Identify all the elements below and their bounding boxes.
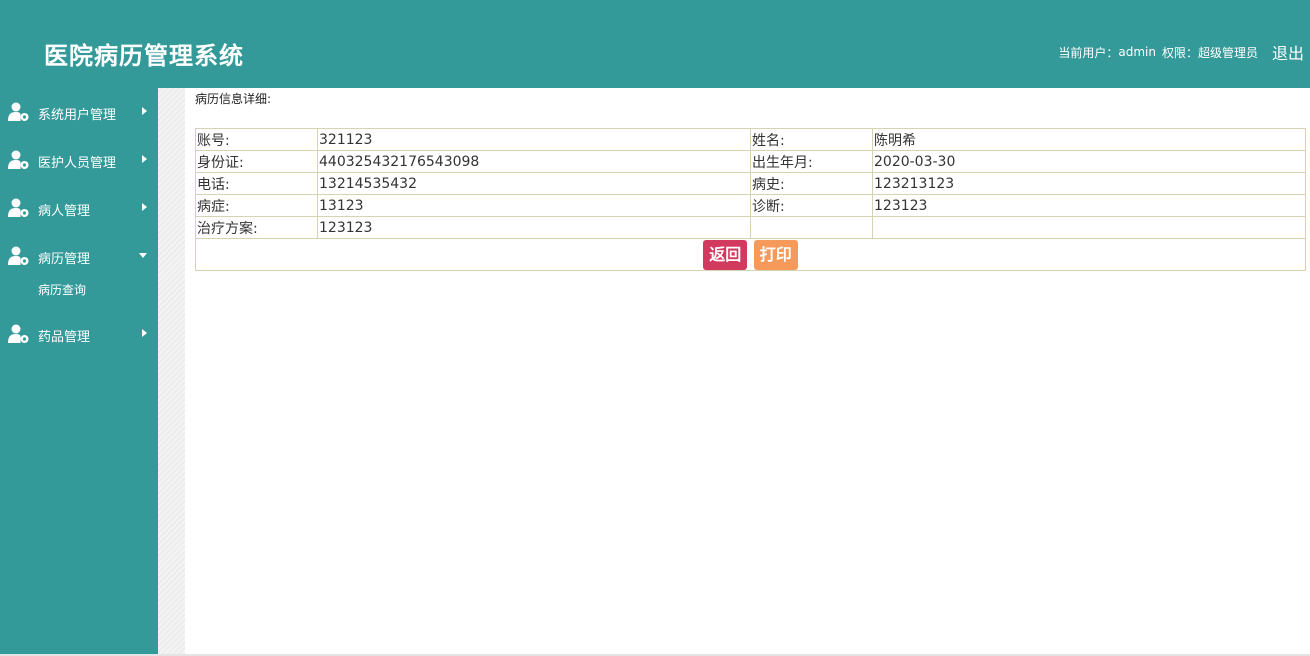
- sidebar-item-label: 病人管理: [38, 204, 91, 219]
- table-row: 病症: 13123 诊断: 123123: [195, 194, 1306, 217]
- sidebar-item-label: 系统用户管理: [38, 108, 117, 123]
- sidebar-item-patients[interactable]: 病人管理: [0, 184, 158, 232]
- sidebar-divider-stripe: [158, 88, 185, 656]
- table-row: 账号: 321123 姓名: 陈明希: [195, 128, 1306, 151]
- user-gear-icon: [8, 246, 30, 266]
- role-value: 超级管理员: [1197, 45, 1258, 60]
- table-row: 电话: 13214535432 病史: 123213123: [195, 172, 1306, 195]
- section-title: 病历信息详细:: [195, 92, 272, 106]
- app-header: 医院病历管理系统 当前用户： admin 权限： 超级管理员 退出: [0, 0, 1310, 88]
- field-label: 病症:: [195, 194, 318, 217]
- field-value: 440325432176543098: [317, 150, 751, 173]
- field-value: 13123: [317, 194, 751, 217]
- user-gear-icon: [8, 102, 30, 122]
- logout-link[interactable]: 退出: [1272, 40, 1304, 64]
- current-username: admin: [1118, 45, 1156, 59]
- chevron-right-icon: [142, 329, 147, 337]
- sidebar-item-label: 病历管理: [38, 252, 91, 267]
- button-row: 返回 打印: [195, 238, 1306, 271]
- chevron-down-icon: [139, 253, 147, 258]
- field-label: 账号:: [195, 128, 318, 151]
- role-label: 权限：: [1161, 45, 1198, 60]
- sidebar-item-label: 医护人员管理: [38, 156, 117, 171]
- field-label: 身份证:: [195, 150, 318, 173]
- sidebar-subitem-record-query[interactable]: 病历查询: [0, 280, 158, 310]
- sidebar-item-system-users[interactable]: 系统用户管理: [0, 88, 158, 136]
- chevron-right-icon: [142, 107, 147, 115]
- field-value: 321123: [317, 128, 751, 151]
- app-title: 医院病历管理系统: [44, 41, 244, 70]
- sidebar-nav: 系统用户管理 医护人员管理 病人管理 病历管理 病历查询 药品管理: [0, 88, 158, 656]
- user-gear-icon: [8, 150, 30, 170]
- current-user-label: 当前用户：: [1058, 45, 1119, 60]
- table-row: 身份证: 440325432176543098 出生年月: 2020-03-30: [195, 150, 1306, 173]
- field-label: 治疗方案:: [195, 216, 318, 239]
- field-label: 姓名:: [750, 128, 873, 151]
- main-content: 病历信息详细: 账号: 321123 姓名: 陈明希 身份证: 44032543…: [185, 88, 1310, 656]
- sidebar-item-medicine[interactable]: 药品管理: [0, 310, 158, 358]
- field-value: 2020-03-30: [872, 150, 1306, 173]
- user-gear-icon: [8, 198, 30, 218]
- button-cell: 返回 打印: [195, 238, 1306, 271]
- field-value: 123123: [317, 216, 751, 239]
- record-detail-table: 账号: 321123 姓名: 陈明希 身份证: 4403254321765430…: [195, 128, 1306, 271]
- user-info-bar: 当前用户： admin 权限： 超级管理员 退出: [1058, 40, 1304, 64]
- print-button[interactable]: 打印: [753, 239, 798, 270]
- field-label: 诊断:: [750, 194, 873, 217]
- table-row: 治疗方案: 123123: [195, 216, 1306, 239]
- field-value: 123123: [872, 194, 1306, 217]
- chevron-right-icon: [142, 155, 147, 163]
- field-label: [750, 216, 873, 239]
- field-label: 电话:: [195, 172, 318, 195]
- field-label: 病史:: [750, 172, 873, 195]
- sidebar-item-label: 药品管理: [38, 330, 91, 345]
- sidebar-item-medical-staff[interactable]: 医护人员管理: [0, 136, 158, 184]
- field-value: 13214535432: [317, 172, 751, 195]
- sidebar-item-medical-records[interactable]: 病历管理: [0, 232, 158, 280]
- back-button[interactable]: 返回: [703, 239, 748, 270]
- field-label: 出生年月:: [750, 150, 873, 173]
- field-value: [872, 216, 1306, 239]
- field-value: 陈明希: [872, 128, 1306, 151]
- user-gear-icon: [8, 324, 30, 344]
- field-value: 123213123: [872, 172, 1306, 195]
- chevron-right-icon: [142, 203, 147, 211]
